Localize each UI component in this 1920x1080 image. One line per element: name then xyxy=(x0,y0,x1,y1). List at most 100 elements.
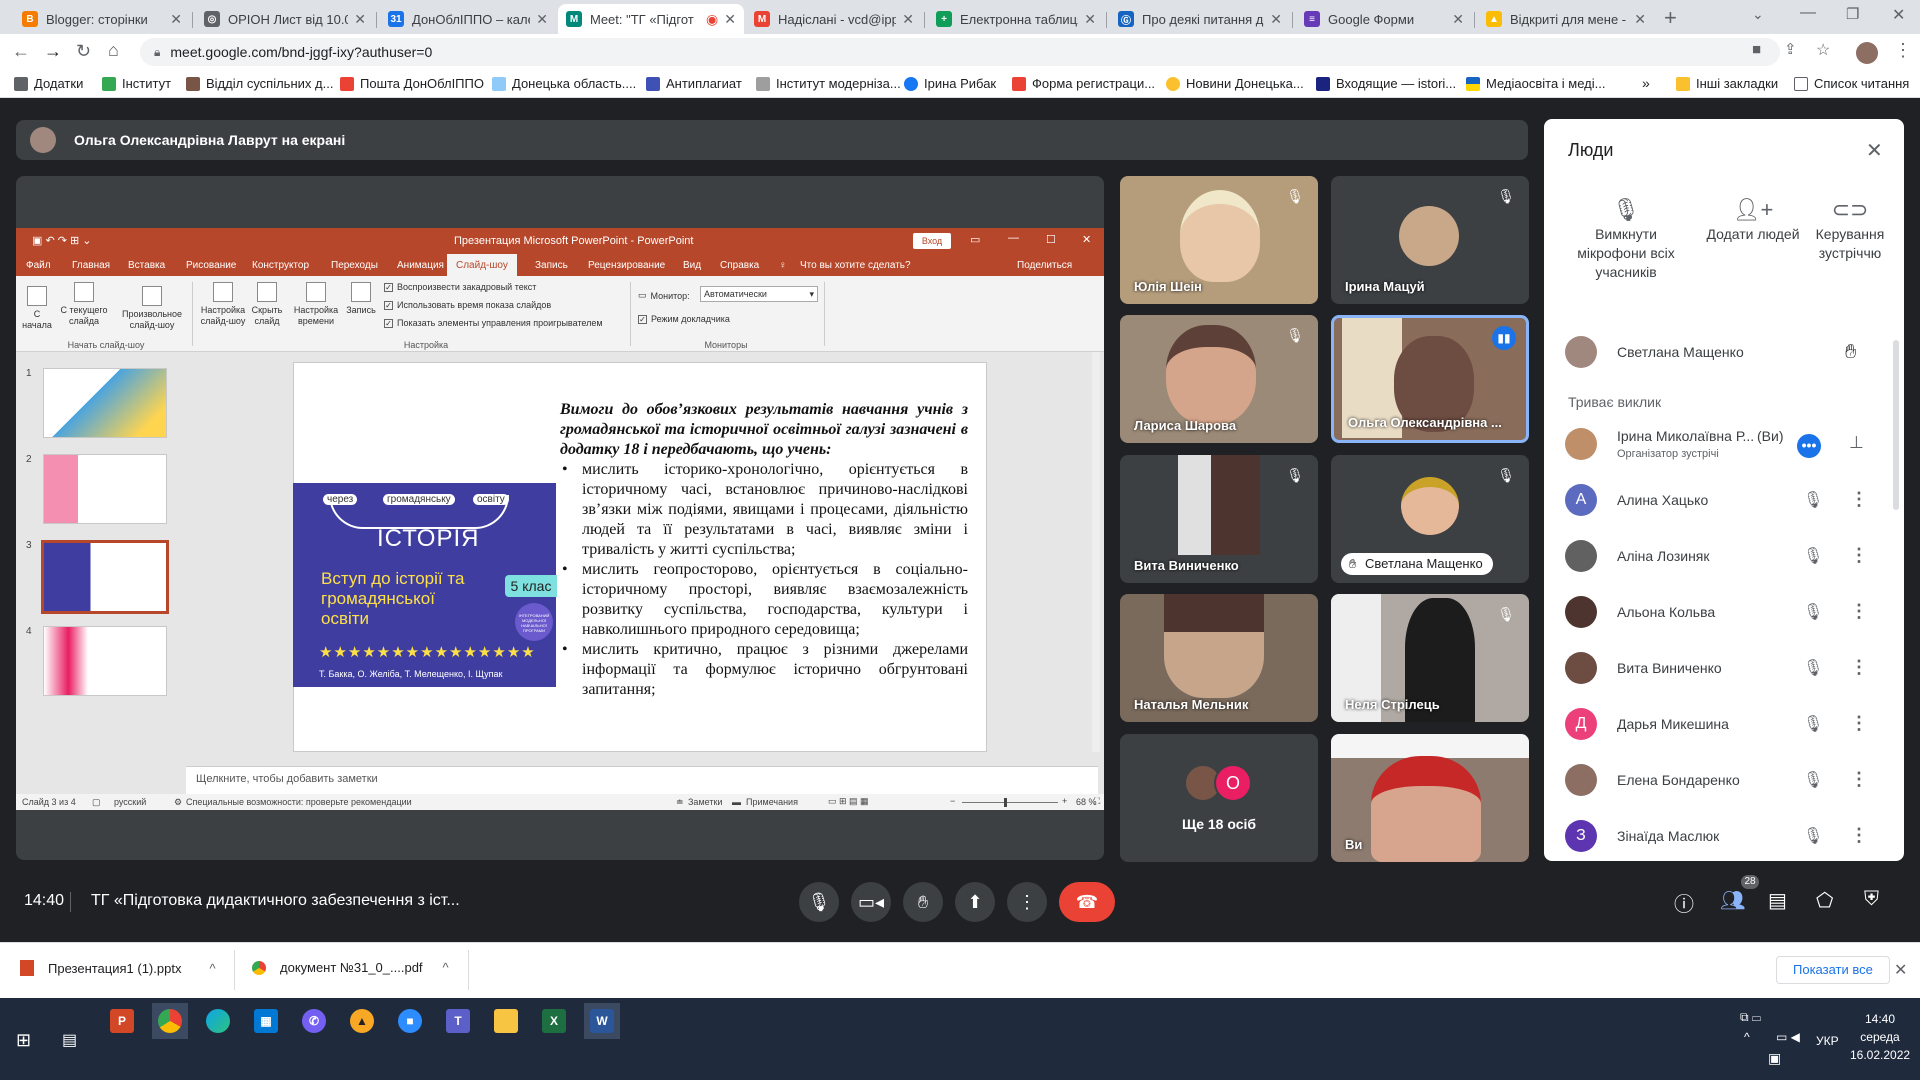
tell-me-field[interactable]: Что вы хотите сделать? xyxy=(800,260,911,271)
camera-button[interactable]: ▭◂ xyxy=(851,882,891,922)
participant-tile[interactable]: 🎙︎ Неля Стрілець xyxy=(1331,594,1529,722)
more-bookmarks-icon[interactable]: » xyxy=(1642,75,1650,91)
add-people-button[interactable]: 👤︎+ Додати людей xyxy=(1698,199,1808,244)
from-start-button[interactable]: С начала xyxy=(22,286,52,331)
slide-thumbnail[interactable] xyxy=(43,626,167,696)
slide-thumbnail[interactable] xyxy=(43,368,167,438)
participant-tile[interactable]: 🎙︎ ✋︎ Светлана Мащенко xyxy=(1331,455,1529,583)
record-button[interactable]: Запись xyxy=(344,282,378,316)
narration-checkbox[interactable]: ✓ Воспроизвести закадровый текст xyxy=(384,282,536,292)
browser-tab[interactable]: Ⓖ Про деякі питання до ✕ xyxy=(1110,4,1290,34)
controls-checkbox[interactable]: ✓ Показать элементы управления проигрыват… xyxy=(384,318,603,328)
hide-slide-button[interactable]: Скрыть слайд xyxy=(250,282,284,327)
chat-icon[interactable]: ▤ xyxy=(1768,888,1787,913)
close-tab-icon[interactable]: ✕ xyxy=(1634,11,1646,28)
participant-row[interactable]: А Алина Хацько 🎙︎ ⋮ xyxy=(1565,478,1885,526)
more-options-button[interactable]: ⋮ xyxy=(1007,882,1047,922)
more-options-icon[interactable]: ⋮ xyxy=(1850,657,1868,678)
taskbar-word[interactable]: W xyxy=(584,1003,620,1039)
vertical-scrollbar[interactable] xyxy=(1092,352,1100,752)
close-tab-icon[interactable]: ✕ xyxy=(354,11,366,28)
zoom-slider-thumb[interactable] xyxy=(1004,798,1007,807)
ppt-minimize-icon[interactable]: — xyxy=(1008,232,1019,244)
leave-call-button[interactable]: ☎︎ xyxy=(1059,882,1115,922)
tab-transitions[interactable]: Переходы xyxy=(331,260,378,271)
tab-slideshow[interactable]: Слайд-шоу xyxy=(447,254,517,276)
close-window-icon[interactable]: ✕ xyxy=(1892,5,1905,25)
taskbar-excel[interactable]: X xyxy=(536,1003,572,1039)
signin-button[interactable]: Вход xyxy=(913,233,951,249)
close-tab-icon[interactable]: ✕ xyxy=(1270,11,1282,28)
bookmark[interactable]: Інститут модернізa... xyxy=(756,76,901,91)
home-icon[interactable]: ⌂ xyxy=(108,40,119,61)
tab-insert[interactable]: Вставка xyxy=(128,260,165,271)
share-button[interactable]: Поделиться xyxy=(1017,260,1072,271)
participant-row[interactable]: Аліна Лозиняк 🎙︎ ⋮ xyxy=(1565,534,1885,582)
taskbar-teams[interactable]: T xyxy=(440,1003,476,1039)
ppt-maximize-icon[interactable]: ☐ xyxy=(1046,233,1056,246)
rehearse-timings-button[interactable]: Настройка времени xyxy=(292,282,340,327)
timings-checkbox[interactable]: ✓ Использовать время показа слайдов xyxy=(384,300,551,310)
bookmark[interactable]: Новини Донецька... xyxy=(1166,76,1304,91)
tray-chevron-icon[interactable]: ^ xyxy=(1744,1030,1750,1044)
new-tab-button[interactable]: + xyxy=(1664,5,1677,31)
slide-thumbnail-selected[interactable] xyxy=(41,540,169,614)
browser-tab-active[interactable]: M Meet: "ТГ «Підгот ◉ ✕ xyxy=(558,4,744,34)
more-options-icon[interactable]: ⋮ xyxy=(1850,825,1868,846)
close-downloads-icon[interactable]: ✕ xyxy=(1894,960,1907,980)
more-options-icon[interactable]: ⋮ xyxy=(1850,545,1868,566)
show-all-button[interactable]: Показати все xyxy=(1776,956,1890,984)
zoom-out-icon[interactable]: − xyxy=(950,796,955,806)
browser-menu-icon[interactable]: ⋮ xyxy=(1894,40,1912,61)
browser-tab[interactable]: ▲ Відкриті для мене - G ✕ xyxy=(1478,4,1654,34)
browser-tab[interactable]: + Електронна таблиця ✕ xyxy=(928,4,1104,34)
tab-search-icon[interactable]: ⌄ xyxy=(1752,6,1764,23)
close-tab-icon[interactable]: ✕ xyxy=(902,11,914,28)
taskbar-zoom[interactable]: ■ xyxy=(392,1003,428,1039)
taskbar-powerpoint[interactable]: P xyxy=(104,1003,140,1039)
browser-tab[interactable]: ≡ Google Форми ✕ xyxy=(1296,4,1472,34)
participant-tile[interactable]: 🎙︎ Вита Виниченко xyxy=(1120,455,1318,583)
present-button[interactable]: ⬆ xyxy=(955,882,995,922)
host-row[interactable]: Ірина Миколаївна Р... (Ви) Організатор з… xyxy=(1565,422,1885,472)
save-icon[interactable]: ▣ ↶ ↷ ⊞ ⌄ xyxy=(32,234,92,247)
slide-thumbnail[interactable] xyxy=(43,454,167,524)
browser-tab[interactable]: 31 ДонОблІППО – кален ✕ xyxy=(380,4,556,34)
microphone-button[interactable]: 🎙︎ xyxy=(799,882,839,922)
notifications-icon[interactable]: ▣ xyxy=(1768,1050,1781,1067)
ribbon-display-icon[interactable]: ▭ xyxy=(970,233,980,246)
more-options-icon[interactable]: ⋮ xyxy=(1850,769,1868,790)
participant-row[interactable]: Елена Бондаренко 🎙︎ ⋮ xyxy=(1565,758,1885,806)
close-tab-icon[interactable]: ✕ xyxy=(536,11,548,28)
bookmark-apps[interactable]: Додатки xyxy=(14,76,83,91)
tab-animation[interactable]: Анимация xyxy=(397,260,444,271)
participant-row[interactable]: Вита Виниченко 🎙︎ ⋮ xyxy=(1565,646,1885,694)
notes-pane[interactable]: Щелкните, чтобы добавить заметки xyxy=(186,766,1098,794)
address-bar[interactable]: 🔒︎ meet.google.com/bnd-jggf-ixy?authuser=… xyxy=(140,38,1780,66)
taskbar-edge[interactable] xyxy=(200,1003,236,1039)
spellcheck-icon[interactable]: ▢ xyxy=(92,797,101,808)
tab-record[interactable]: Запись xyxy=(535,260,568,271)
tab-file[interactable]: Файл xyxy=(26,260,51,271)
forward-icon[interactable]: → xyxy=(44,41,62,62)
tray-network-icon[interactable]: ▭ ◀ xyxy=(1776,1030,1800,1044)
from-current-button[interactable]: С текущего слайда xyxy=(56,282,112,327)
browser-tab[interactable]: M Надіслані - vcd@ippo ✕ xyxy=(746,4,922,34)
tab-view[interactable]: Вид xyxy=(683,260,701,271)
close-tab-icon[interactable]: ✕ xyxy=(724,11,736,28)
fit-slide-icon[interactable]: ⛶ xyxy=(1094,796,1100,807)
monitor-dropdown[interactable]: Автоматически ▾ xyxy=(700,286,818,302)
taskbar-explorer[interactable] xyxy=(488,1003,524,1039)
more-options-icon[interactable]: ⋮ xyxy=(1850,489,1868,510)
custom-show-button[interactable]: Произвольное слайд-шоу xyxy=(116,286,188,331)
tab-home[interactable]: Главная xyxy=(72,260,110,271)
bookmark[interactable]: Антиплагиат xyxy=(646,76,742,91)
chevron-up-icon[interactable]: ^ xyxy=(209,961,215,976)
close-tab-icon[interactable]: ✕ xyxy=(170,11,182,28)
participant-tile[interactable]: Наталья Мельник xyxy=(1120,594,1318,722)
host-controls-button[interactable]: ⊂⊃ Керування зустріччю xyxy=(1800,199,1900,263)
more-options-icon[interactable]: ⋮ xyxy=(1850,601,1868,622)
browser-tab[interactable]: ◎ ОРІОН Лист від 10.02 ✕ xyxy=(196,4,374,34)
reading-list[interactable]: Список читання xyxy=(1794,76,1909,91)
taskbar-store[interactable]: ▦ xyxy=(248,1003,284,1039)
